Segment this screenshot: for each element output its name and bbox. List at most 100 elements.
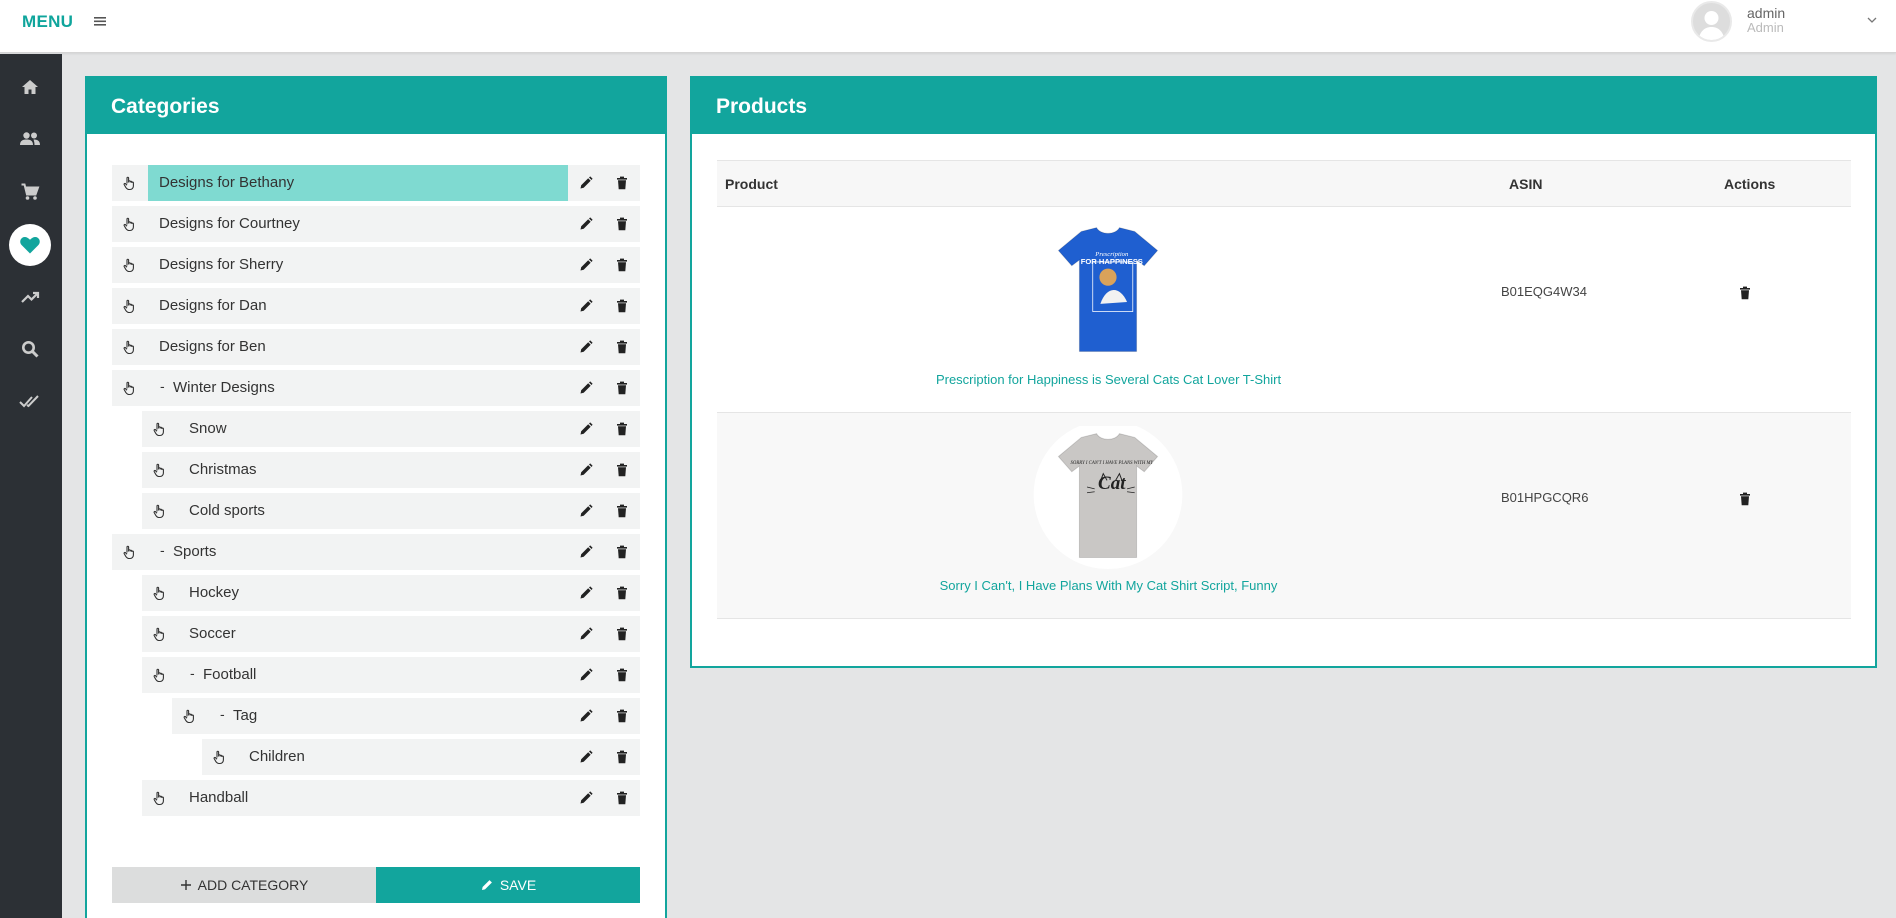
edit-category-button[interactable] (568, 534, 604, 570)
nav-search[interactable] (9, 328, 51, 370)
delete-category-button[interactable] (604, 206, 640, 242)
category-row[interactable]: - Tag (172, 698, 640, 734)
hamburger-icon[interactable] (92, 13, 109, 29)
product-name-link[interactable]: Sorry I Can't, I Have Plans With My Cat … (717, 578, 1500, 593)
edit-category-button[interactable] (568, 780, 604, 816)
category-row[interactable]: - Football (142, 657, 640, 693)
category-row[interactable]: Children (202, 739, 640, 775)
delete-product-button[interactable] (1737, 491, 1753, 507)
edit-category-button[interactable] (568, 616, 604, 652)
delete-category-button[interactable] (604, 534, 640, 570)
edit-category-button[interactable] (568, 329, 604, 365)
category-row[interactable]: Designs for Dan (112, 288, 640, 324)
category-row[interactable]: Designs for Courtney (112, 206, 640, 242)
drag-handle[interactable] (172, 698, 208, 734)
category-label[interactable]: Children (238, 739, 305, 775)
drag-handle[interactable] (142, 657, 178, 693)
category-label[interactable]: Winter Designs (148, 370, 275, 406)
category-label[interactable]: Cold sports (178, 493, 265, 529)
edit-category-button[interactable] (568, 657, 604, 693)
category-row[interactable]: - Winter Designs (112, 370, 640, 406)
category-label[interactable]: Hockey (178, 575, 239, 611)
category-label[interactable]: Christmas (178, 452, 257, 488)
nav-home[interactable] (9, 66, 51, 108)
edit-category-button[interactable] (568, 165, 604, 201)
delete-category-button[interactable] (604, 247, 640, 283)
edit-category-button[interactable] (568, 698, 604, 734)
category-label[interactable]: Designs for Dan (148, 288, 267, 324)
menu-label[interactable]: MENU (22, 12, 73, 32)
edit-category-button[interactable] (568, 739, 604, 775)
drag-handle[interactable] (142, 616, 178, 652)
drag-handle[interactable] (112, 206, 148, 242)
nav-favorites[interactable] (9, 224, 51, 266)
category-label[interactable]: Soccer (178, 616, 236, 652)
delete-category-button[interactable] (604, 657, 640, 693)
category-label[interactable]: Designs for Ben (148, 329, 266, 365)
drag-handle[interactable] (112, 370, 148, 406)
edit-category-button[interactable] (568, 411, 604, 447)
save-button[interactable]: SAVE (376, 867, 640, 903)
category-row[interactable]: Designs for Bethany (112, 165, 640, 201)
category-row[interactable]: Christmas (142, 452, 640, 488)
category-row[interactable]: Snow (142, 411, 640, 447)
category-row[interactable]: - Sports (112, 534, 640, 570)
drag-handle[interactable] (142, 780, 178, 816)
edit-category-button[interactable] (568, 288, 604, 324)
nav-done[interactable] (9, 380, 51, 422)
category-label[interactable]: Sports (148, 534, 216, 570)
edit-category-button[interactable] (568, 247, 604, 283)
delete-category-button[interactable] (604, 616, 640, 652)
delete-category-button[interactable] (604, 575, 640, 611)
category-label[interactable]: Handball (178, 780, 248, 816)
category-label[interactable]: Designs for Sherry (148, 247, 283, 283)
delete-category-button[interactable] (604, 698, 640, 734)
product-name-link[interactable]: Prescription for Happiness is Several Ca… (717, 372, 1500, 387)
drag-handle[interactable] (112, 329, 148, 365)
drag-handle[interactable] (202, 739, 238, 775)
delete-category-button[interactable] (604, 288, 640, 324)
category-row[interactable]: Cold sports (142, 493, 640, 529)
category-row[interactable]: Designs for Sherry (112, 247, 640, 283)
drag-handle[interactable] (112, 288, 148, 324)
product-image[interactable]: Prescription FOR HAPPINESS (1028, 220, 1188, 363)
drag-handle[interactable] (142, 452, 178, 488)
delete-category-button[interactable] (604, 411, 640, 447)
category-label[interactable]: Designs for Bethany (148, 165, 568, 201)
delete-product-button[interactable] (1737, 285, 1753, 301)
drag-handle[interactable] (112, 534, 148, 570)
product-image[interactable]: SORRY I CAN'T I HAVE PLANS WITH MY Cat (1028, 420, 1188, 569)
drag-handle[interactable] (142, 411, 178, 447)
drag-handle[interactable] (112, 247, 148, 283)
category-row[interactable]: Designs for Ben (112, 329, 640, 365)
edit-category-button[interactable] (568, 452, 604, 488)
edit-category-button[interactable] (568, 575, 604, 611)
drag-handle[interactable] (142, 493, 178, 529)
edit-category-button[interactable] (568, 493, 604, 529)
delete-category-button[interactable] (604, 739, 640, 775)
edit-category-button[interactable] (568, 206, 604, 242)
delete-category-button[interactable] (604, 329, 640, 365)
category-row[interactable]: Handball (142, 780, 640, 816)
drag-handle[interactable] (112, 165, 148, 201)
avatar[interactable] (1691, 1, 1732, 42)
category-label[interactable]: Football (178, 657, 256, 693)
drag-hand-icon (153, 422, 164, 437)
delete-category-button[interactable] (604, 780, 640, 816)
nav-users[interactable] (9, 118, 51, 160)
category-label[interactable]: Designs for Courtney (148, 206, 300, 242)
delete-category-button[interactable] (604, 493, 640, 529)
edit-category-button[interactable] (568, 370, 604, 406)
category-label[interactable]: Snow (178, 411, 227, 447)
drag-handle[interactable] (142, 575, 178, 611)
delete-category-button[interactable] (604, 165, 640, 201)
add-category-button[interactable]: ADD CATEGORY (112, 867, 376, 903)
chevron-down-icon[interactable] (1866, 14, 1878, 26)
category-row[interactable]: Soccer (142, 616, 640, 652)
delete-category-button[interactable] (604, 452, 640, 488)
category-row[interactable]: Hockey (142, 575, 640, 611)
nav-cart[interactable] (9, 171, 51, 213)
category-label[interactable]: Tag (208, 698, 257, 734)
delete-category-button[interactable] (604, 370, 640, 406)
nav-trends[interactable] (9, 276, 51, 318)
